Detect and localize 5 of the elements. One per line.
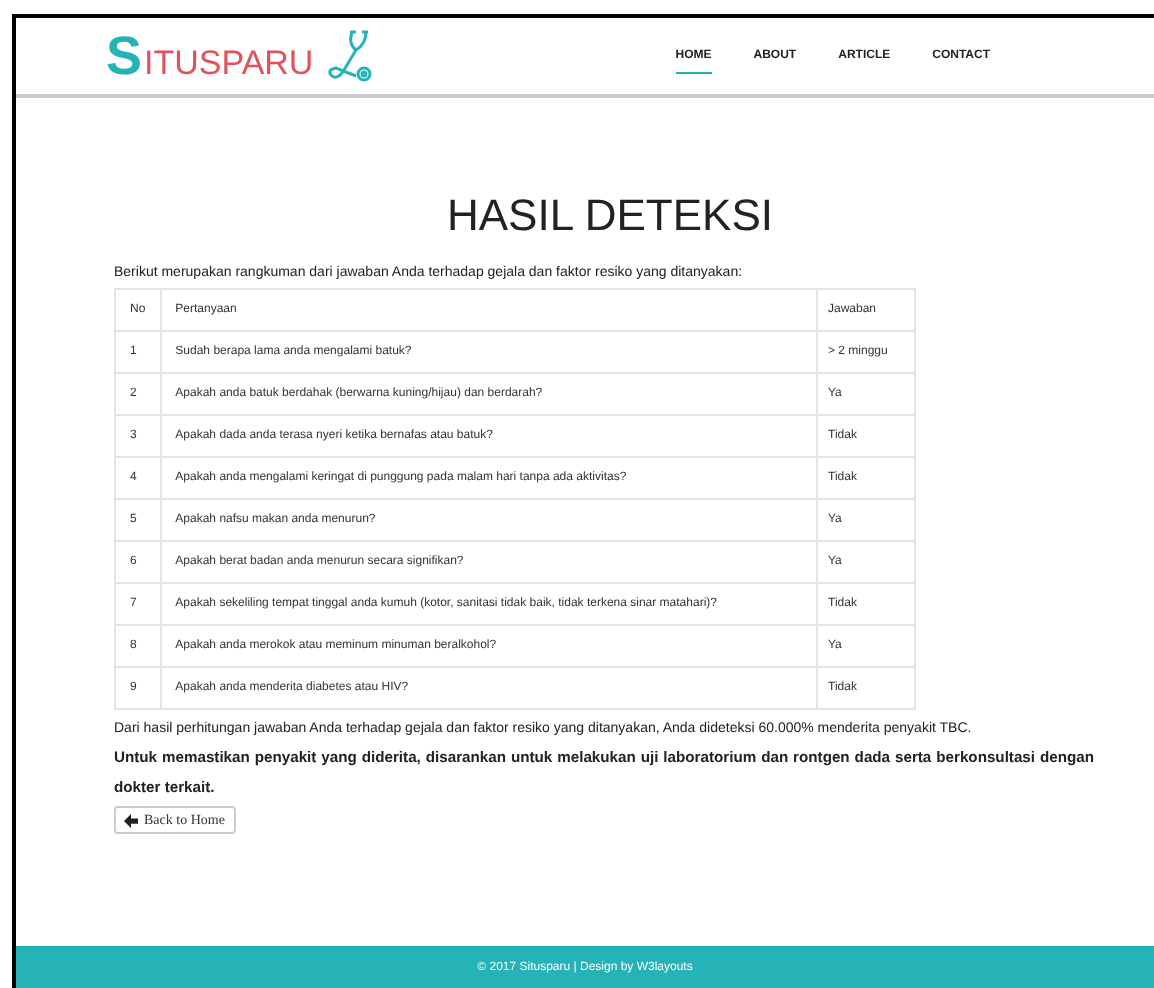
page-title: HASIL DETEKSI <box>444 194 775 238</box>
stethoscope-icon <box>325 28 374 84</box>
logo-initial: S <box>106 30 143 84</box>
arrow-left-icon <box>124 813 138 827</box>
logo-text: ITUSPARU <box>144 46 314 84</box>
